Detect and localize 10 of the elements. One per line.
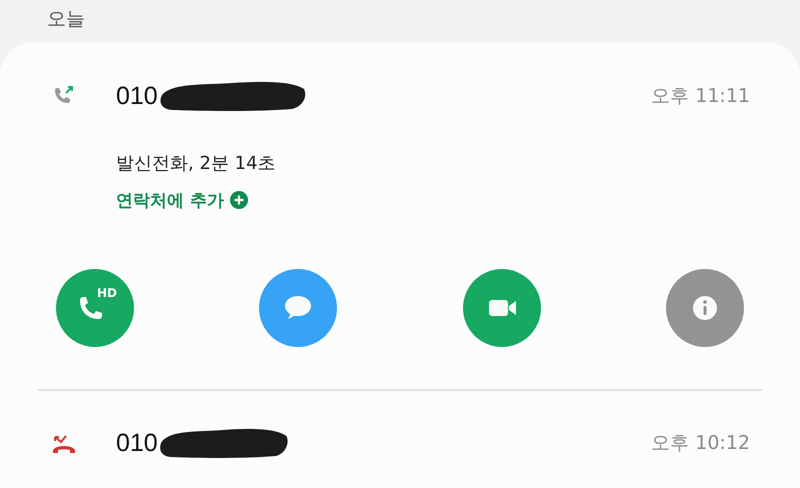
call-entry[interactable]: 010 오후 11:11 발신전화, 2분 14초 연락처에 추가 HD: [38, 42, 762, 389]
add-contact-link[interactable]: 연락처에 추가: [116, 180, 248, 220]
call-time: 오후 10:12: [651, 431, 750, 456]
phone-number: 010: [116, 82, 158, 110]
plus-icon: [230, 191, 248, 209]
call-entry[interactable]: 010 오후 10:12: [38, 391, 762, 488]
call-time: 오후 11:11: [651, 84, 750, 109]
call-detail: 발신전화, 2분 14초: [116, 152, 277, 176]
phone-number: 010: [116, 428, 158, 458]
section-header: 오늘: [46, 7, 86, 32]
